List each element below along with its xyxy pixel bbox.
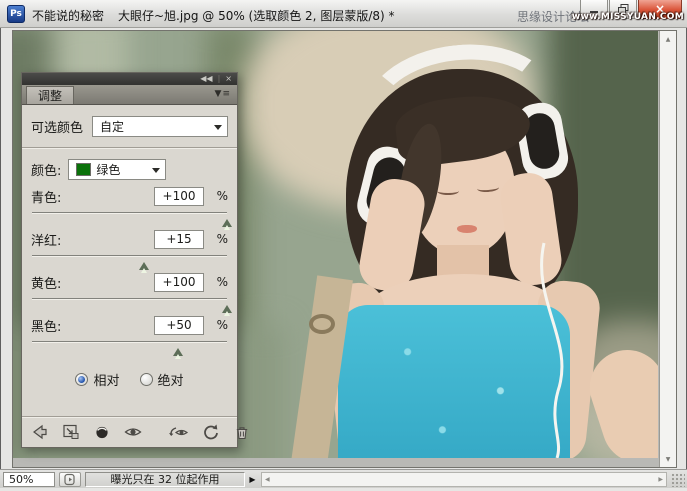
cyan-label: 青色: bbox=[31, 190, 62, 206]
watermark-text: www.MISSYUAN.COM bbox=[571, 12, 684, 22]
scroll-up-icon: ▲ bbox=[665, 35, 671, 43]
expand-panel-icon bbox=[63, 424, 79, 439]
panel-menu-icon[interactable]: ▼≡ bbox=[215, 89, 231, 99]
magenta-unit: % bbox=[216, 232, 228, 246]
scroll-down-icon: ▼ bbox=[665, 455, 671, 463]
cyan-slider[interactable] bbox=[32, 209, 232, 230]
panel-tab-strip: 调整 ▼≡ bbox=[22, 85, 237, 105]
black-unit: % bbox=[216, 318, 228, 332]
status-message: 曝光只在 32 位起作用 bbox=[85, 471, 245, 487]
adjustment-title: 可选颜色 bbox=[31, 121, 84, 136]
canvas-matte bbox=[13, 458, 658, 467]
delete-adjustment-button[interactable] bbox=[232, 421, 252, 443]
black-slider[interactable] bbox=[32, 338, 227, 359]
color-row: 颜色: 绿色 bbox=[31, 159, 228, 180]
magenta-slider[interactable] bbox=[32, 252, 227, 273]
status-message-text: 曝光只在 32 位起作用 bbox=[110, 473, 220, 486]
collapse-panel-icon[interactable]: ◀◀ bbox=[200, 75, 212, 83]
adjustments-panel: ◀◀ | × 调整 ▼≡ 可选颜色 自定 颜色: 绿色 青色: +100 % 洋… bbox=[21, 72, 248, 448]
horizontal-scrollbar[interactable]: ◀ ▶ bbox=[261, 471, 667, 487]
chrome-divider: | bbox=[217, 74, 221, 83]
scroll-up-button[interactable]: ▲ bbox=[660, 32, 676, 46]
window-title-app: 不能说的秘密 bbox=[32, 9, 105, 23]
absolute-option[interactable]: 绝对 bbox=[139, 370, 184, 389]
clip-to-layer-icon bbox=[96, 426, 108, 439]
relative-label: 相对 bbox=[93, 374, 120, 389]
title-bar[interactable]: Ps 不能说的秘密 大眼仔~旭.jpg @ 50% (选取颜色 2, 图层蒙版/… bbox=[0, 0, 687, 28]
slider-thumb[interactable] bbox=[222, 300, 232, 316]
scroll-left-icon[interactable]: ◀ bbox=[265, 476, 270, 483]
method-row: 相对 绝对 bbox=[31, 370, 228, 389]
trash-icon bbox=[236, 427, 248, 440]
panel-icon-bar bbox=[22, 416, 248, 447]
cyan-slider-group: 青色: % bbox=[31, 184, 232, 230]
scroll-down-button[interactable]: ▼ bbox=[660, 452, 676, 466]
magenta-value-field[interactable] bbox=[154, 229, 204, 249]
color-label: 颜色: bbox=[31, 164, 62, 179]
status-options-button[interactable] bbox=[59, 471, 81, 487]
return-to-adjustment-list-button[interactable] bbox=[30, 421, 50, 443]
chevron-down-icon bbox=[152, 168, 161, 177]
expanded-view-button[interactable] bbox=[61, 421, 81, 443]
absolute-label: 绝对 bbox=[157, 374, 184, 389]
color-dropdown[interactable]: 绿色 bbox=[68, 159, 167, 180]
relative-radio[interactable] bbox=[75, 373, 89, 386]
slider-track bbox=[32, 341, 227, 343]
slider-thumb[interactable] bbox=[139, 257, 150, 273]
tab-adjustments[interactable]: 调整 bbox=[26, 86, 75, 104]
preset-value: 自定 bbox=[100, 120, 125, 134]
preset-row: 可选颜色 自定 bbox=[31, 116, 228, 137]
yellow-slider[interactable] bbox=[32, 295, 232, 316]
zoom-level-field[interactable]: 50% bbox=[3, 471, 55, 487]
view-previous-state-button[interactable] bbox=[168, 421, 190, 443]
window-title-document: 大眼仔~旭.jpg @ 50% (选取颜色 2, 图层蒙版/8) * bbox=[118, 9, 395, 23]
slider-thumb[interactable] bbox=[222, 214, 232, 230]
close-panel-icon[interactable]: × bbox=[225, 75, 232, 83]
divider bbox=[22, 147, 237, 149]
color-swatch bbox=[76, 163, 92, 176]
chevron-down-icon bbox=[214, 125, 222, 134]
black-label: 黑色: bbox=[31, 319, 62, 335]
black-value-field[interactable] bbox=[154, 315, 204, 335]
status-flyout-button[interactable]: ▶ bbox=[245, 475, 260, 484]
yellow-value-field[interactable] bbox=[154, 272, 204, 292]
clip-to-layer-button[interactable] bbox=[92, 421, 112, 443]
cyan-value-field[interactable] bbox=[154, 186, 204, 206]
preset-dropdown[interactable]: 自定 bbox=[92, 116, 228, 137]
slider-track bbox=[32, 298, 227, 300]
photoshop-window: Ps 不能说的秘密 大眼仔~旭.jpg @ 50% (选取颜色 2, 图层蒙版/… bbox=[0, 0, 687, 491]
slider-track bbox=[32, 212, 227, 214]
magenta-slider-group: 洋红: % bbox=[31, 227, 228, 273]
eye-with-arrow-icon bbox=[169, 427, 189, 436]
toggle-visibility-button[interactable] bbox=[123, 421, 143, 443]
panel-body: 可选颜色 自定 颜色: 绿色 青色: % bbox=[22, 105, 237, 418]
back-arrow-icon bbox=[33, 424, 47, 440]
panel-chrome-bar[interactable]: ◀◀ | × bbox=[22, 73, 237, 85]
slider-track bbox=[32, 255, 227, 257]
reset-icon bbox=[204, 424, 218, 440]
document-info-icon bbox=[64, 473, 75, 485]
yellow-slider-group: 黄色: % bbox=[31, 270, 232, 316]
relative-option[interactable]: 相对 bbox=[75, 370, 120, 389]
magenta-label: 洋红: bbox=[31, 233, 62, 249]
yellow-label: 黄色: bbox=[31, 276, 62, 292]
eye-icon bbox=[124, 428, 142, 436]
reset-button[interactable] bbox=[201, 421, 221, 443]
color-value: 绿色 bbox=[96, 163, 121, 177]
black-slider-group: 黑色: % bbox=[31, 313, 228, 359]
scroll-right-icon[interactable]: ▶ bbox=[658, 476, 663, 483]
absolute-radio[interactable] bbox=[139, 373, 153, 386]
status-bar: 50% 曝光只在 32 位起作用 ▶ ◀ ▶ bbox=[0, 469, 687, 488]
photoshop-app-icon: Ps bbox=[7, 5, 25, 23]
resize-grip[interactable] bbox=[670, 471, 685, 487]
vertical-scrollbar[interactable]: ▲ ▼ bbox=[659, 31, 676, 467]
slider-thumb[interactable] bbox=[173, 343, 184, 359]
yellow-unit: % bbox=[216, 275, 228, 289]
cyan-unit: % bbox=[216, 189, 228, 203]
